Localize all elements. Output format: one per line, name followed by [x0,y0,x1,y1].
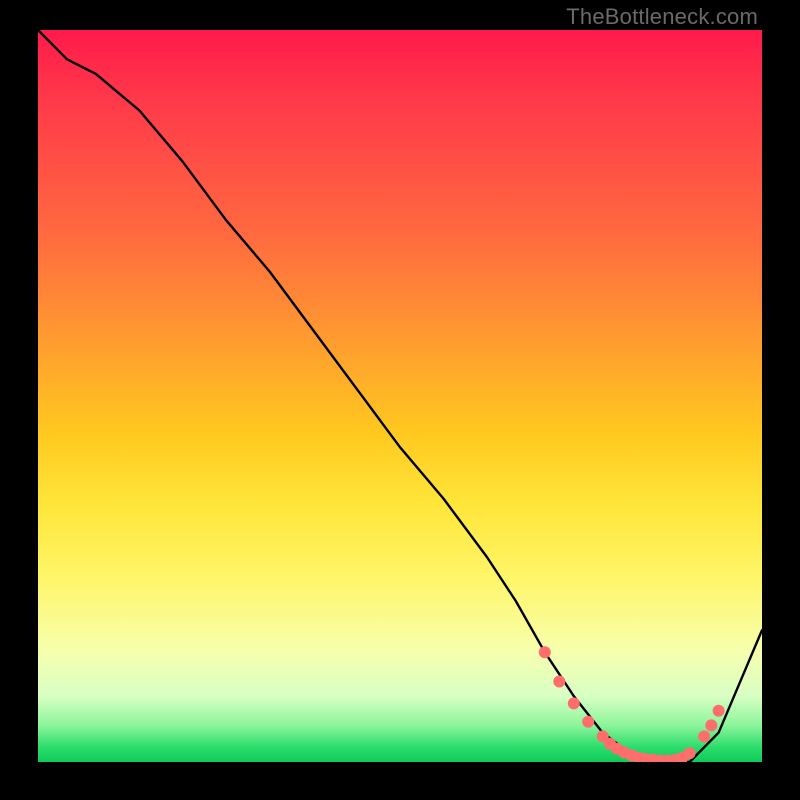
marker-dot [713,705,725,717]
marker-dot [684,747,696,759]
marker-dot [705,719,717,731]
marker-dot [582,716,594,728]
marker-dot [698,730,710,742]
marker-dot [539,646,551,658]
chart-svg [38,30,762,762]
attribution-text: TheBottleneck.com [566,4,758,30]
marker-dot [553,676,565,688]
marker-dot [568,697,580,709]
marker-group [539,646,725,762]
curve-path [38,30,762,762]
plot-area [38,30,762,762]
chart-frame: TheBottleneck.com [0,0,800,800]
